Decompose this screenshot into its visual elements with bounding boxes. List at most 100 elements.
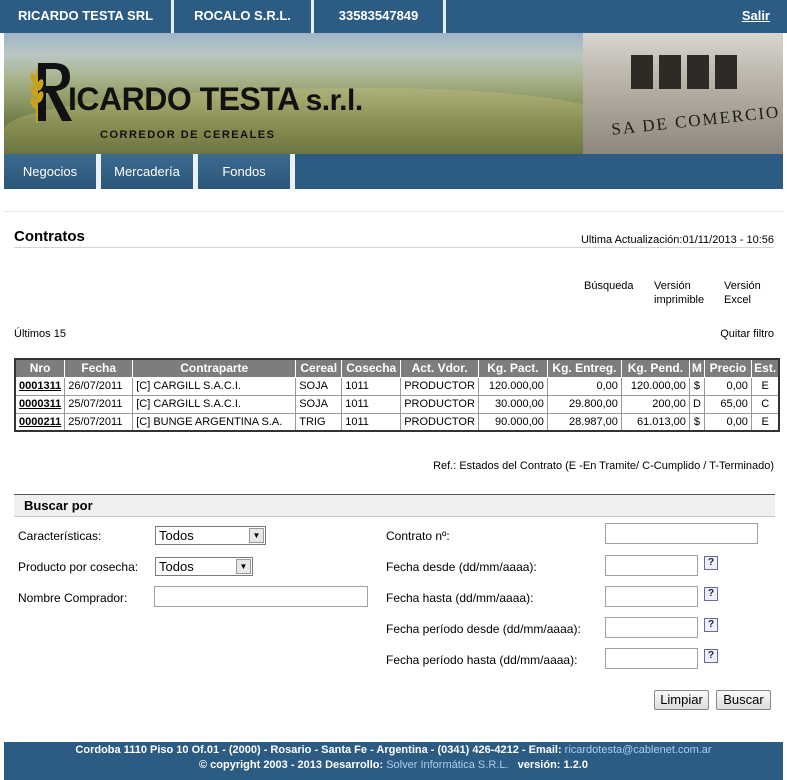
brand-name: ICARDO TESTA s.r.l. — [68, 81, 363, 117]
cell-cereal: SOJA — [295, 394, 343, 414]
cell-moneda: $ — [688, 412, 705, 432]
company-2-label: ROCALO S.R.L. — [174, 0, 314, 33]
footer: Cordoba 1110 Piso 10 Of.01 - (2000) - Ro… — [4, 742, 783, 780]
table-row: 0001311 26/07/2011 [C] CARGILL S.A.C.I. … — [14, 376, 780, 396]
cell-kg-entreg: 29.800,00 — [546, 394, 622, 414]
col-header-nro[interactable]: Nro — [14, 358, 66, 378]
search-panel-header: Buscar por — [14, 495, 775, 517]
fecha-hasta-input[interactable] — [605, 586, 698, 607]
contracts-table: Nro Fecha Contraparte Cereal Cosecha Act… — [14, 358, 781, 432]
cell-kg-pend: 200,00 — [620, 394, 690, 414]
cell-contraparte: [C] BUNGE ARGENTINA S.A. — [132, 412, 297, 432]
cell-moneda: $ — [688, 376, 705, 396]
comprador-label: Nombre Comprador: — [18, 591, 128, 605]
periodo-desde-label: Fecha período desde (dd/mm/aaaa): — [386, 622, 581, 636]
table-row: 0000311 25/07/2011 [C] CARGILL S.A.C.I. … — [14, 394, 780, 414]
col-header-act-vdor[interactable]: Act. Vdor. — [400, 358, 479, 378]
periodo-hasta-label: Fecha período hasta (dd/mm/aaaa): — [386, 653, 578, 667]
header-banner: SA DE COMERCIO ICARDO TESTA s.r.l. CORRED… — [4, 33, 783, 154]
col-header-moneda[interactable]: M — [688, 358, 705, 378]
top-bar: RICARDO TESTA SRL ROCALO S.R.L. 33583547… — [0, 0, 787, 33]
banner-building-image: SA DE COMERCIO — [583, 33, 783, 154]
col-header-estado[interactable]: Est. — [750, 358, 780, 378]
caracteristicas-select[interactable]: Todos ▼ — [155, 526, 266, 545]
help-icon[interactable]: ? — [704, 649, 718, 663]
building-inscription: SA DE COMERCIO — [610, 102, 782, 139]
account-number: 33583547849 — [314, 0, 446, 33]
cell-act-vdor: PRODUCTOR — [400, 376, 479, 396]
contract-number-link[interactable]: 0001311 — [14, 376, 66, 396]
nav-tab-fondos[interactable]: Fondos — [198, 154, 295, 189]
cell-kg-pact: 120.000,00 — [477, 376, 548, 396]
nav-tab-negocios[interactable]: Negocios — [4, 154, 101, 189]
clear-button[interactable]: Limpiar — [654, 690, 709, 710]
cell-kg-pact: 90.000,00 — [477, 412, 548, 432]
col-header-contraparte[interactable]: Contraparte — [132, 358, 297, 378]
contract-number-link[interactable]: 0000211 — [14, 412, 66, 432]
cell-fecha: 26/07/2011 — [64, 376, 134, 396]
periodo-desde-input[interactable] — [605, 617, 698, 638]
contract-number-link[interactable]: 0000311 — [14, 394, 66, 414]
page-title: Contratos — [14, 228, 85, 245]
col-header-cereal[interactable]: Cereal — [295, 358, 343, 378]
cell-cosecha: 1011 — [341, 394, 402, 414]
cell-estado: C — [750, 394, 780, 414]
title-divider — [14, 247, 774, 248]
cell-contraparte: [C] CARGILL S.A.C.I. — [132, 394, 297, 414]
fecha-hasta-label: Fecha hasta (dd/mm/aaaa): — [386, 591, 534, 605]
printable-version-link[interactable]: Versión imprimible — [654, 279, 704, 307]
cell-estado: E — [750, 376, 780, 396]
help-icon[interactable]: ? — [704, 618, 718, 632]
cell-kg-pend: 120.000,00 — [620, 376, 690, 396]
last-n-label: Últimos 15 — [14, 328, 66, 340]
cell-kg-entreg: 28.987,00 — [546, 412, 622, 432]
cell-moneda: D — [688, 394, 705, 414]
cell-precio: 0,00 — [703, 376, 752, 396]
contrato-label: Contrato nº: — [386, 529, 450, 543]
comprador-input[interactable] — [154, 586, 368, 607]
cell-kg-pend: 61.013,00 — [620, 412, 690, 432]
cell-precio: 0,00 — [703, 412, 752, 432]
cell-cereal: TRIG — [295, 412, 343, 432]
col-header-precio[interactable]: Precio — [703, 358, 752, 378]
footer-address-line: Cordoba 1110 Piso 10 Of.01 - (2000) - Ro… — [75, 744, 712, 756]
cell-kg-pact: 30.000,00 — [477, 394, 548, 414]
excel-version-link[interactable]: Versión Excel — [724, 279, 761, 307]
cell-fecha: 25/07/2011 — [64, 394, 134, 414]
brand-tagline: CORREDOR DE CEREALES — [100, 129, 276, 141]
search-link[interactable]: Búsqueda — [584, 279, 634, 293]
nav-tab-mercaderia[interactable]: Mercadería — [101, 154, 198, 189]
clear-filter-link[interactable]: Quitar filtro — [720, 328, 774, 340]
col-header-kg-entreg[interactable]: Kg. Entreg. — [546, 358, 622, 378]
caracteristicas-label: Características: — [18, 529, 102, 543]
col-header-cosecha[interactable]: Cosecha — [341, 358, 402, 378]
footer-copyright-line: © copyright 2003 - 2013 Desarrollo: Solv… — [198, 759, 588, 771]
search-panel-title: Buscar por — [24, 498, 93, 513]
cell-contraparte: [C] CARGILL S.A.C.I. — [132, 376, 297, 396]
chevron-down-icon: ▼ — [236, 559, 251, 574]
cell-act-vdor: PRODUCTOR — [400, 394, 479, 414]
producto-select[interactable]: Todos ▼ — [155, 557, 253, 576]
col-header-kg-pend[interactable]: Kg. Pend. — [620, 358, 690, 378]
search-button[interactable]: Buscar — [716, 690, 771, 710]
col-header-kg-pact[interactable]: Kg. Pact. — [477, 358, 548, 378]
fecha-desde-label: Fecha desde (dd/mm/aaaa): — [386, 560, 537, 574]
logout-link[interactable]: Salir — [742, 0, 770, 31]
contrato-input[interactable] — [605, 523, 758, 544]
status-reference: Ref.: Estados del Contrato (E -En Tramit… — [433, 460, 774, 472]
cell-estado: E — [750, 412, 780, 432]
chevron-down-icon: ▼ — [249, 528, 264, 543]
cell-cereal: SOJA — [295, 376, 343, 396]
fecha-desde-input[interactable] — [605, 555, 698, 576]
main-nav: Negocios Mercadería Fondos — [4, 154, 783, 189]
cell-cosecha: 1011 — [341, 412, 402, 432]
search-panel: Buscar por Características: Todos ▼ Produ… — [14, 494, 775, 718]
periodo-hasta-input[interactable] — [605, 648, 698, 669]
help-icon[interactable]: ? — [704, 556, 718, 570]
developer-link[interactable]: Solver Informática S.R.L. — [386, 759, 508, 771]
col-header-fecha[interactable]: Fecha — [64, 358, 134, 378]
table-header-row: Nro Fecha Contraparte Cereal Cosecha Act… — [14, 358, 780, 378]
footer-email-link[interactable]: ricardotesta@cablenet.com.ar — [565, 744, 712, 756]
help-icon[interactable]: ? — [704, 587, 718, 601]
cell-kg-entreg: 0,00 — [546, 376, 622, 396]
